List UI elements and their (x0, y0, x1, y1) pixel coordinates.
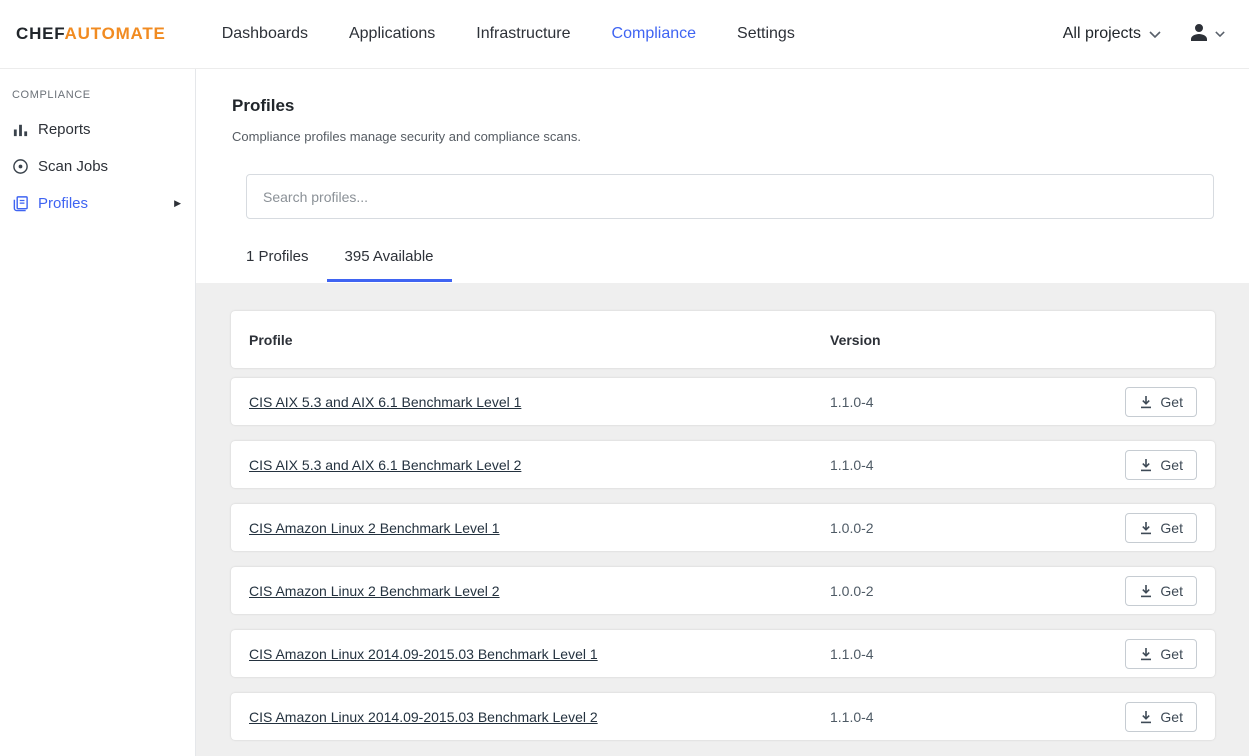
sidebar-item-label: Profiles (38, 195, 88, 212)
user-menu[interactable] (1187, 20, 1225, 49)
profile-version: 1.1.0-4 (830, 646, 1125, 662)
nav-applications[interactable]: Applications (349, 25, 435, 43)
download-icon (1139, 710, 1153, 724)
header-right: All projects (1063, 20, 1225, 49)
tab-available[interactable]: 395 Available (327, 248, 452, 282)
page-title: Profiles (232, 96, 1214, 116)
download-icon (1139, 521, 1153, 535)
download-icon (1139, 395, 1153, 409)
profile-link[interactable]: CIS Amazon Linux 2 Benchmark Level 1 (249, 520, 500, 536)
profile-version: 1.0.0-2 (830, 520, 1125, 536)
tab-my-profiles[interactable]: 1 Profiles (246, 248, 327, 282)
chevron-down-icon (1149, 31, 1161, 38)
download-icon (1139, 584, 1153, 598)
library-icon (12, 195, 29, 212)
profiles-list-area: Profile Version CIS AIX 5.3 and AIX 6.1 … (196, 283, 1249, 756)
download-icon (1139, 458, 1153, 472)
user-avatar-icon (1187, 20, 1211, 49)
projects-dropdown-label: All projects (1063, 25, 1141, 43)
get-button[interactable]: Get (1125, 639, 1197, 669)
nav-compliance[interactable]: Compliance (612, 25, 696, 43)
profile-link[interactable]: CIS Amazon Linux 2 Benchmark Level 2 (249, 583, 500, 599)
chevron-down-icon (1215, 31, 1225, 37)
main-nav: Dashboards Applications Infrastructure C… (222, 25, 795, 43)
get-button[interactable]: Get (1125, 513, 1197, 543)
radar-icon (12, 158, 29, 175)
get-button[interactable]: Get (1125, 576, 1197, 606)
sidebar-item-label: Scan Jobs (38, 158, 108, 175)
get-button-label: Get (1160, 520, 1183, 536)
page-subtitle: Compliance profiles manage security and … (232, 129, 1214, 144)
nav-settings[interactable]: Settings (737, 25, 795, 43)
bar-chart-icon (12, 121, 29, 138)
table-row: CIS AIX 5.3 and AIX 6.1 Benchmark Level … (231, 378, 1215, 425)
get-button-label: Get (1160, 457, 1183, 473)
get-button-label: Get (1160, 646, 1183, 662)
column-header-version: Version (830, 332, 1197, 348)
table-header: Profile Version (231, 311, 1215, 368)
table-row: CIS Amazon Linux 2 Benchmark Level 2 1.0… (231, 567, 1215, 614)
table-row: CIS AIX 5.3 and AIX 6.1 Benchmark Level … (231, 441, 1215, 488)
nav-infrastructure[interactable]: Infrastructure (476, 25, 570, 43)
sidebar: COMPLIANCE Reports Scan Jobs (0, 69, 196, 756)
top-header: CHEFAUTOMATE Dashboards Applications Inf… (0, 0, 1249, 69)
get-button-label: Get (1160, 583, 1183, 599)
get-button[interactable]: Get (1125, 702, 1197, 732)
get-button-label: Get (1160, 394, 1183, 410)
sidebar-item-scan-jobs[interactable]: Scan Jobs (0, 148, 195, 185)
profile-version: 1.1.0-4 (830, 394, 1125, 410)
download-icon (1139, 647, 1153, 661)
get-button[interactable]: Get (1125, 450, 1197, 480)
projects-dropdown[interactable]: All projects (1063, 25, 1161, 43)
get-button-label: Get (1160, 709, 1183, 725)
profile-link[interactable]: CIS AIX 5.3 and AIX 6.1 Benchmark Level … (249, 457, 521, 473)
sidebar-section-label: COMPLIANCE (0, 89, 195, 111)
sidebar-item-reports[interactable]: Reports (0, 111, 195, 148)
content-header: Profiles Compliance profiles manage secu… (196, 69, 1249, 283)
table-row: CIS Amazon Linux 2014.09-2015.03 Benchma… (231, 630, 1215, 677)
profile-link[interactable]: CIS AIX 5.3 and AIX 6.1 Benchmark Level … (249, 394, 521, 410)
table-rows: CIS AIX 5.3 and AIX 6.1 Benchmark Level … (231, 378, 1215, 740)
get-button[interactable]: Get (1125, 387, 1197, 417)
table-row: CIS Amazon Linux 2014.09-2015.03 Benchma… (231, 693, 1215, 740)
chef-automate-logo: CHEFAUTOMATE (16, 24, 166, 44)
nav-dashboards[interactable]: Dashboards (222, 25, 308, 43)
column-header-profile: Profile (231, 332, 830, 348)
main-content: Profiles Compliance profiles manage secu… (196, 69, 1249, 756)
sidebar-item-profiles[interactable]: Profiles ▶ (0, 185, 195, 222)
table-row: CIS Amazon Linux 2 Benchmark Level 1 1.0… (231, 504, 1215, 551)
profile-version: 1.1.0-4 (830, 457, 1125, 473)
sidebar-item-label: Reports (38, 121, 91, 138)
tabs: 1 Profiles 395 Available (246, 248, 1214, 282)
search-input[interactable] (246, 174, 1214, 219)
expand-arrow-icon[interactable]: ▶ (174, 198, 181, 209)
profile-link[interactable]: CIS Amazon Linux 2014.09-2015.03 Benchma… (249, 646, 598, 662)
logo-automate: AUTOMATE (65, 24, 166, 43)
logo-chef: CHEF (16, 24, 65, 43)
profile-version: 1.1.0-4 (830, 709, 1125, 725)
profile-version: 1.0.0-2 (830, 583, 1125, 599)
profile-link[interactable]: CIS Amazon Linux 2014.09-2015.03 Benchma… (249, 709, 598, 725)
